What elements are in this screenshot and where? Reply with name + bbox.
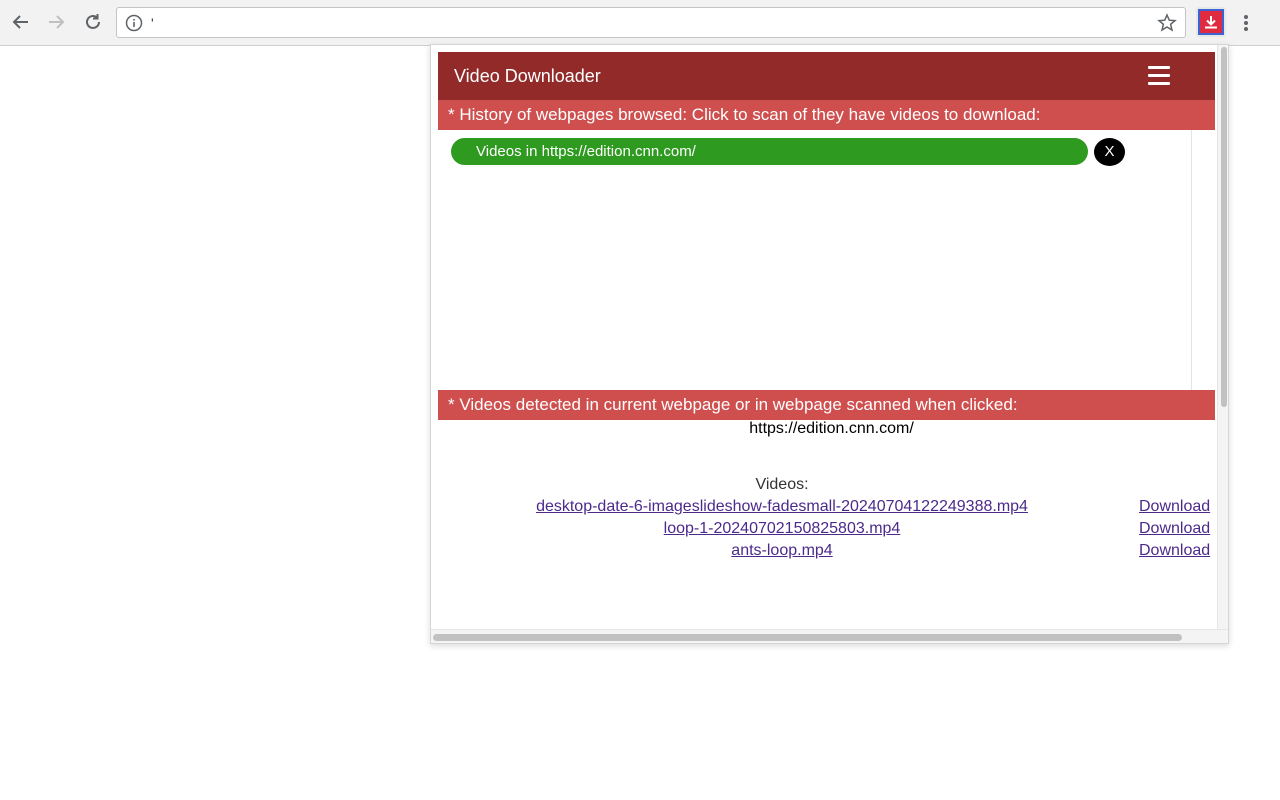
download-link[interactable]: Download [1139,542,1210,560]
videos-heading: * Videos detected in current webpage or … [438,390,1215,420]
video-file-link[interactable]: ants-loop.mp4 [438,542,1126,560]
remove-history-button[interactable]: X [1094,138,1125,166]
forward-button[interactable] [42,8,70,36]
history-heading: * History of webpages browsed: Click to … [438,100,1215,130]
video-row: ants-loop.mp4 Download [438,542,1215,564]
horizontal-scrollbar-thumb[interactable] [433,634,1182,641]
url-text: ' [151,15,154,31]
arrow-left-icon [12,15,28,29]
history-panel: Videos in https://edition.cnn.com/ X [438,130,1215,390]
videos-label: Videos: [755,476,809,493]
video-file-link[interactable]: loop-1-20240702150825803.mp4 [438,520,1126,538]
app-title: Video Downloader [454,66,601,86]
arrow-right-icon [49,15,65,29]
history-divider [1191,130,1192,390]
vertical-scrollbar-thumb[interactable] [1221,47,1227,407]
hamburger-menu-icon[interactable] [1148,66,1172,86]
download-link[interactable]: Download [1139,498,1210,516]
video-file-link[interactable]: desktop-date-6-imageslideshow-fadesmall-… [438,498,1126,516]
history-item[interactable]: Videos in https://edition.cnn.com/ [451,138,1088,165]
reload-icon [86,14,100,29]
current-page-url: https://edition.cnn.com/ [749,420,914,437]
download-link[interactable]: Download [1139,520,1210,538]
video-row: desktop-date-6-imageslideshow-fadesmall-… [438,498,1215,520]
vertical-scrollbar[interactable] [1217,45,1228,629]
app-header: Video Downloader [438,52,1215,100]
address-bar[interactable]: ' [116,7,1186,38]
horizontal-scrollbar[interactable] [431,629,1228,643]
popup-content: Video Downloader * History of webpages b… [438,52,1215,629]
star-icon[interactable] [1157,13,1177,33]
video-row: loop-1-20240702150825803.mp4 Download [438,520,1215,542]
back-button[interactable] [7,8,35,36]
reload-button[interactable] [79,8,107,36]
video-downloader-extension-button[interactable] [1196,7,1226,37]
download-icon [1198,9,1224,35]
extension-popup: Video Downloader * History of webpages b… [430,44,1229,644]
info-icon[interactable] [125,14,143,32]
kebab-menu-icon [1244,15,1248,31]
browser-menu-button[interactable] [1236,10,1256,36]
browser-toolbar: ' [0,0,1280,46]
